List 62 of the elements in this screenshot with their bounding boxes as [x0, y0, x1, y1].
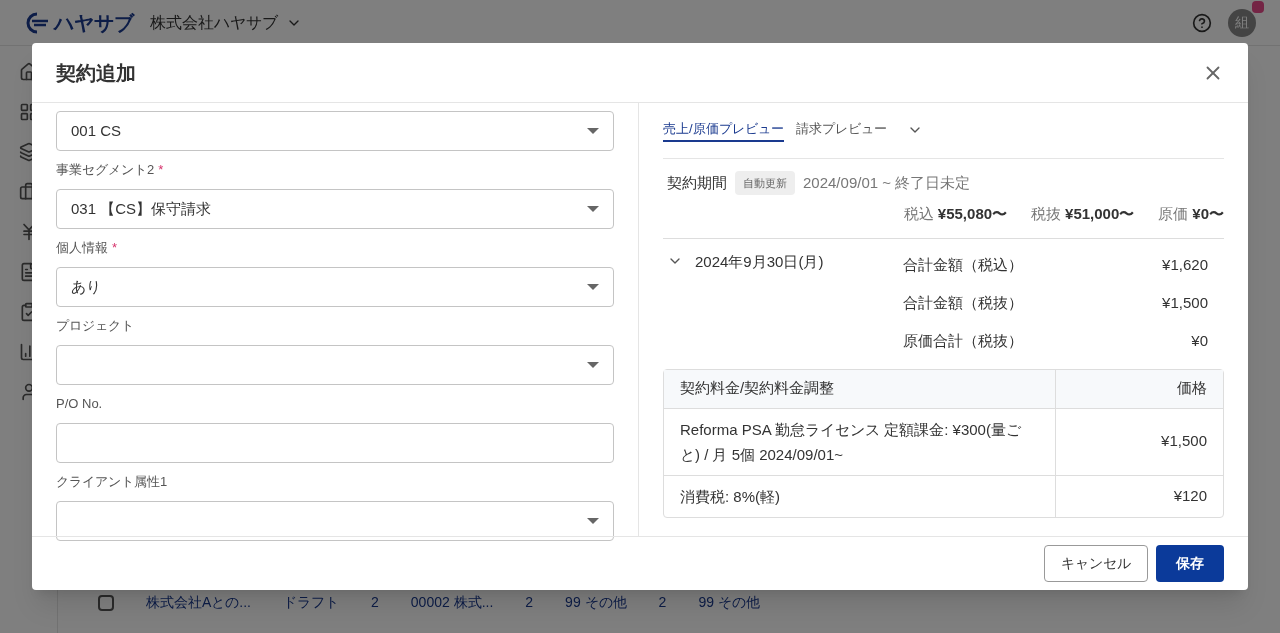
input-field[interactable]: [56, 423, 614, 463]
total-value: ¥55,080〜: [937, 204, 1008, 224]
total-label: 税込: [903, 204, 934, 224]
required-mark: *: [158, 161, 164, 180]
summary-amount: ¥0: [1191, 331, 1208, 352]
total-value: ¥51,000〜: [1065, 204, 1135, 224]
table-cell-text: 2: [658, 593, 667, 612]
summary-label: 合計金額（税抜）: [903, 293, 1023, 314]
table-cell: Reforma PSA 勤怠ライセンス 定額課金: ¥300(量ごと) / 月 5個 2024/09/01~: [680, 420, 1021, 463]
dropdown-arrow-icon: [587, 518, 599, 524]
preview-tab[interactable]: 請求プレビュー: [795, 119, 887, 142]
select-field[interactable]: 001 CS: [56, 111, 614, 151]
total-value: ¥0〜: [1192, 204, 1224, 224]
summary-label: 原価合計（税抜）: [903, 331, 1023, 352]
table-cell-text: 99 その他: [698, 593, 760, 612]
save-button[interactable]: 保存: [1156, 545, 1224, 582]
logo-text: ハヤサブ: [54, 10, 134, 36]
schedule-date: 2024年9月30日(月): [695, 251, 824, 272]
summary-amount: ¥1,620: [1162, 255, 1208, 276]
dialog-title: 契約追加: [56, 60, 136, 86]
required-mark: *: [112, 239, 118, 258]
select-field[interactable]: [56, 501, 614, 541]
field-label: 個人情報: [56, 239, 108, 258]
table-cell-text: 99 その他: [565, 593, 627, 612]
preview-tab[interactable]: 売上/原価プレビュー: [663, 119, 784, 142]
field-label: プロジェクト: [56, 317, 134, 336]
select-field[interactable]: 031 【CS】保守請求: [56, 189, 614, 229]
column-header: 契約料金/契約料金調整: [680, 378, 835, 399]
table-cell-text: 株式会社Aとの...: [146, 593, 251, 612]
table-cell-text: ¥120: [1173, 485, 1207, 506]
select-value: 031 【CS】保守請求: [71, 198, 212, 219]
summary-label: 合計金額（税込）: [903, 255, 1023, 276]
table-cell-text: ¥1,500: [1161, 431, 1207, 452]
table-cell-text: 2: [525, 593, 534, 612]
field-label: 事業セグメント2: [56, 161, 155, 180]
dropdown-arrow-icon: [587, 206, 599, 212]
summary-amount: ¥1,500: [1162, 293, 1208, 314]
table-cell-text: ドラフト: [283, 593, 339, 612]
select-value: あり: [71, 276, 101, 297]
select-field[interactable]: あり: [56, 267, 614, 307]
dropdown-arrow-icon: [587, 362, 599, 368]
logo-icon: [24, 11, 50, 34]
select-value: 001 CS: [71, 120, 122, 141]
table-cell: 消費税: 8%(軽): [680, 487, 780, 505]
dropdown-arrow-icon: [587, 128, 599, 134]
period-range: 2024/09/01 ~ 終了日未定: [803, 172, 971, 193]
total-label: 税抜: [1031, 204, 1062, 224]
row-checkbox[interactable]: [98, 594, 114, 611]
help-icon[interactable]: [1192, 12, 1212, 33]
cancel-button[interactable]: キャンセル: [1044, 545, 1148, 582]
column-header: 価格: [1177, 378, 1207, 399]
period-label: 契約期間: [667, 172, 727, 193]
dropdown-arrow-icon: [587, 284, 599, 290]
auto-renew-badge: 自動更新: [735, 170, 795, 195]
table-cell-text: 00002 株式...: [410, 593, 494, 612]
table-cell-text: 2: [371, 593, 379, 612]
company-selector[interactable]: 株式会社ハヤサブ: [150, 10, 302, 35]
field-label: P/O No.: [56, 395, 103, 414]
select-field[interactable]: [56, 345, 614, 385]
field-label: クライアント属性1: [56, 473, 168, 492]
total-label: 原価: [1158, 204, 1189, 224]
notification-badge-icon: [1252, 0, 1264, 13]
